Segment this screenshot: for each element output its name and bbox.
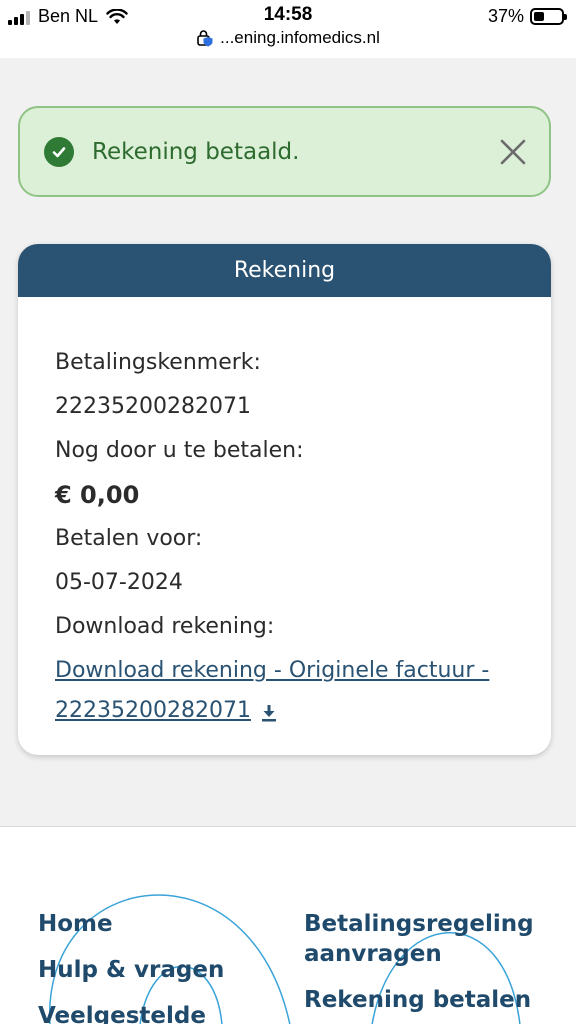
amount-due-value: € 0,00 xyxy=(55,481,140,509)
status-bar: Ben NL 14:58 37% ...ening.infomedics.nl xyxy=(0,0,576,58)
status-right: 37% xyxy=(487,6,567,27)
footer-link-home[interactable]: Home xyxy=(38,909,113,939)
lock-shield-icon xyxy=(197,30,213,47)
card-title: Rekening xyxy=(18,244,551,297)
close-icon[interactable] xyxy=(499,138,527,166)
footer-link-pay-invoice[interactable]: Rekening betalen xyxy=(304,985,531,1015)
invoice-card: Rekening Betalingskenmerk: 2223520028207… xyxy=(18,244,551,755)
success-alert: Rekening betaald. xyxy=(18,106,551,197)
download-invoice-link[interactable]: Download rekening - Originele factuur - … xyxy=(55,651,514,731)
download-label: Download rekening: xyxy=(55,614,275,639)
footer-link-payment-plan-line1[interactable]: Betalingsregeling xyxy=(304,909,534,939)
footer: Home Hulp & vragen Veelgestelde Betaling… xyxy=(0,826,576,1024)
pay-before-label: Betalen voor: xyxy=(55,526,203,551)
download-link-text-line2[interactable]: 22235200282071 xyxy=(55,698,251,723)
address-bar[interactable]: ...ening.infomedics.nl xyxy=(0,28,576,48)
card-body: Betalingskenmerk: 22235200282071 Nog doo… xyxy=(18,297,551,731)
footer-link-faq[interactable]: Veelgestelde xyxy=(38,1001,206,1024)
check-circle-icon xyxy=(44,136,74,167)
alert-message: Rekening betaald. xyxy=(92,138,300,165)
battery-icon xyxy=(530,8,567,25)
url-text: ...ening.infomedics.nl xyxy=(220,28,380,47)
footer-link-help[interactable]: Hulp & vragen xyxy=(38,955,224,985)
battery-percent: 37% xyxy=(487,6,524,26)
footer-link-payment-plan-line2[interactable]: aanvragen xyxy=(304,939,442,969)
pay-before-value: 05-07-2024 xyxy=(55,570,183,595)
payment-reference-value: 22235200282071 xyxy=(55,394,251,419)
download-link-text-line1[interactable]: Download rekening - Originele factuur - xyxy=(55,651,514,691)
payment-reference-label: Betalingskenmerk: xyxy=(55,350,261,375)
amount-due-label: Nog door u te betalen: xyxy=(55,438,304,463)
download-icon[interactable] xyxy=(260,703,278,723)
close-alert-button[interactable] xyxy=(495,134,531,170)
